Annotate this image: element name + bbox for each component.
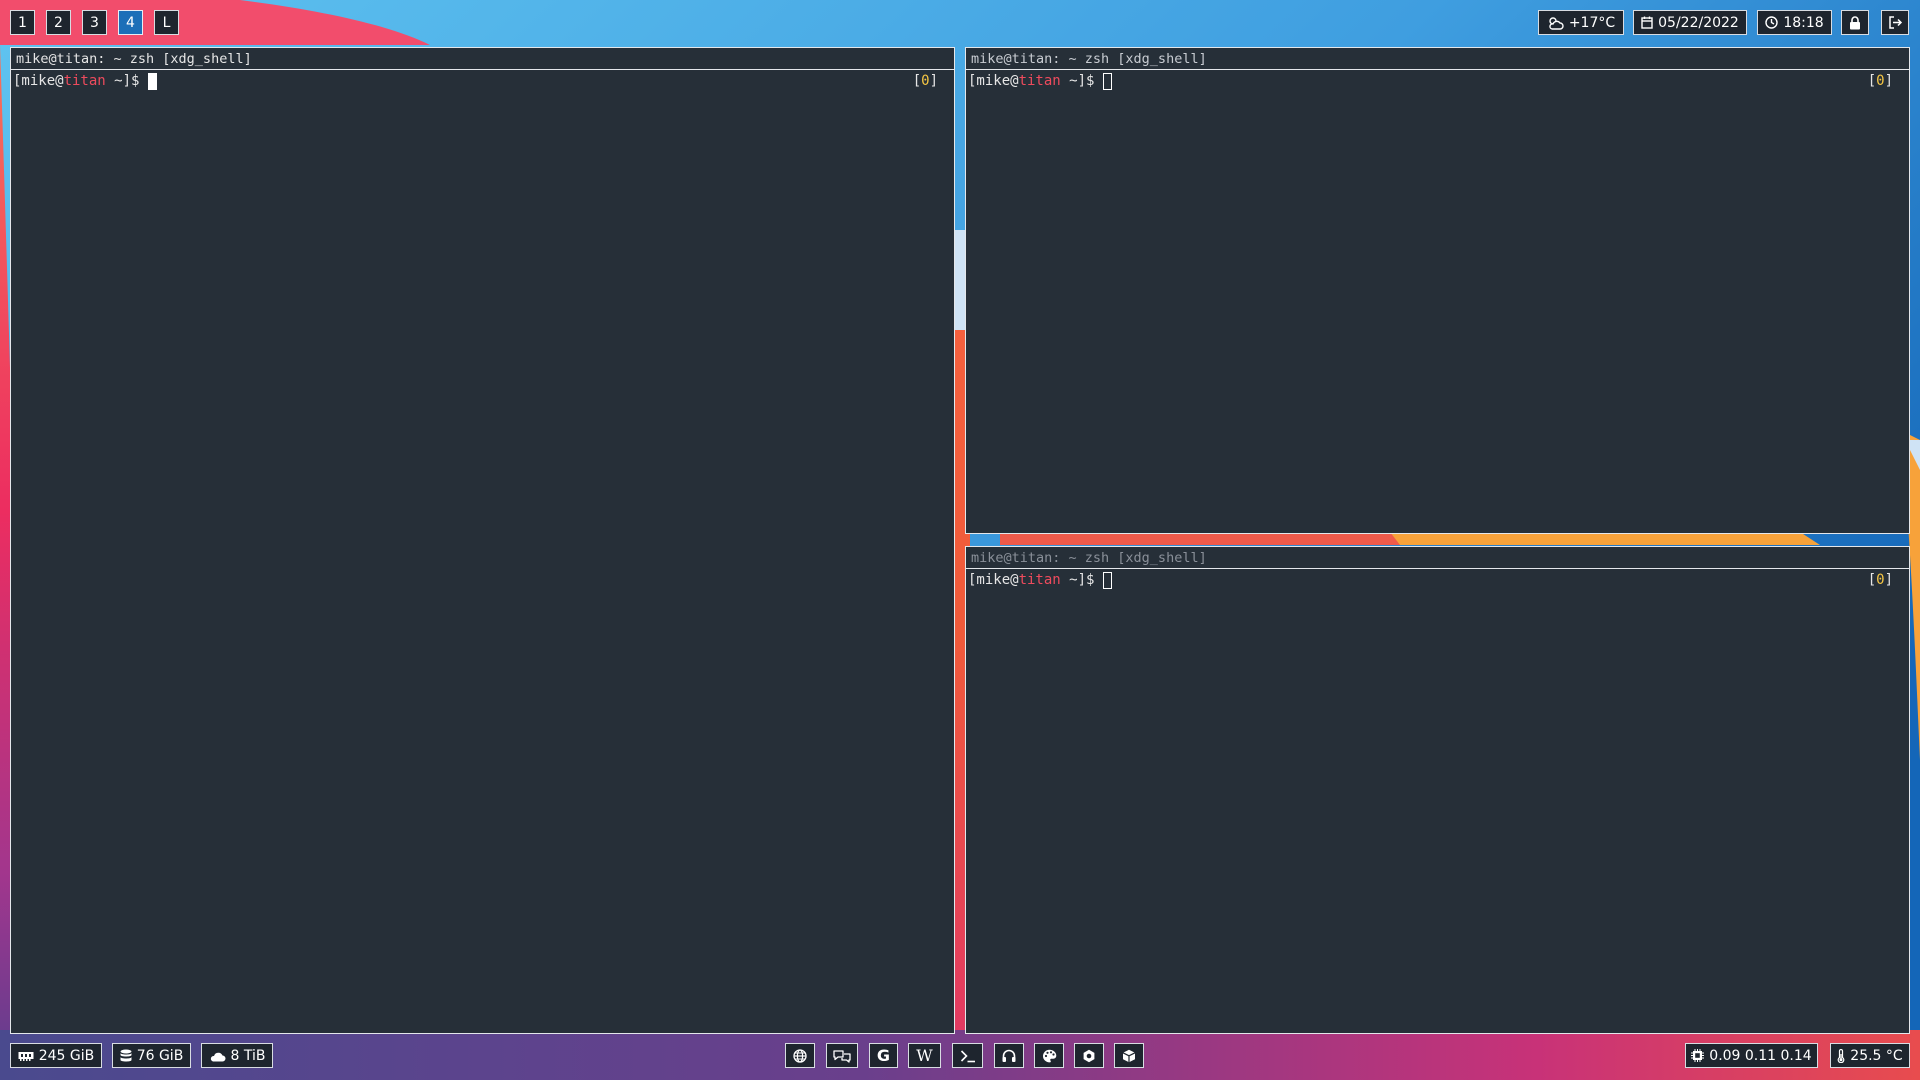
globe-icon bbox=[793, 1048, 807, 1063]
prompt-host: titan bbox=[1018, 572, 1061, 588]
clock-icon bbox=[1765, 16, 1779, 29]
jobs-indicator: [0] bbox=[1867, 572, 1893, 588]
terminal-body[interactable]: [mike@ titan ~]$ [0] bbox=[966, 70, 1909, 533]
package-launcher[interactable] bbox=[1114, 1043, 1144, 1068]
cloud-icon bbox=[210, 1052, 225, 1061]
prompt-path: ~]$ bbox=[1060, 73, 1095, 89]
memory-text: 245 GiB bbox=[38, 1047, 95, 1064]
jobs-count: 0 bbox=[1876, 572, 1885, 588]
weather-widget[interactable]: +17°C bbox=[1538, 10, 1624, 35]
chat-launcher[interactable] bbox=[826, 1043, 858, 1068]
jobs-count: 0 bbox=[1876, 73, 1885, 89]
wikipedia-launcher[interactable]: W bbox=[908, 1043, 941, 1068]
weather-text: +17°C bbox=[1568, 14, 1616, 31]
database-icon bbox=[120, 1049, 132, 1061]
cpu-load-widget[interactable]: 0.09 0.11 0.14 bbox=[1685, 1043, 1818, 1068]
google-icon: G bbox=[876, 1045, 891, 1065]
terminal-icon bbox=[960, 1049, 975, 1062]
terminal-window-left[interactable]: mike@titan: ~ zsh [xdg_shell] [mike@ tita… bbox=[10, 47, 955, 1034]
lock-icon bbox=[1850, 15, 1860, 29]
terminal-title: mike@titan: ~ zsh [xdg_shell] bbox=[11, 48, 954, 70]
cloud-text: 8 TiB bbox=[230, 1047, 266, 1064]
prompt-host: titan bbox=[1018, 73, 1061, 89]
logout-icon bbox=[1888, 16, 1902, 29]
package-icon bbox=[1122, 1049, 1136, 1062]
workspace-2-label: 2 bbox=[54, 14, 63, 31]
terminal-body[interactable]: [mike@ titan ~]$ [0] bbox=[966, 569, 1909, 1033]
settings-launcher[interactable] bbox=[1074, 1043, 1104, 1068]
shell-prompt: [mike@ titan ~]$ bbox=[13, 71, 954, 91]
terminal-window-top-right[interactable]: mike@titan: ~ zsh [xdg_shell] [mike@ tita… bbox=[965, 47, 1910, 534]
disk-text: 76 GiB bbox=[136, 1047, 184, 1064]
workspace-1-label: 1 bbox=[18, 14, 27, 31]
shell-prompt: [mike@ titan ~]$ bbox=[968, 71, 1909, 91]
prompt-user: [mike@ bbox=[13, 73, 64, 89]
date-text: 05/22/2022 bbox=[1658, 14, 1739, 31]
prompt-user: [mike@ bbox=[968, 73, 1019, 89]
workspace-layout-button[interactable]: L bbox=[154, 10, 179, 35]
prompt-path: ~]$ bbox=[1060, 572, 1095, 588]
logout-button[interactable] bbox=[1881, 10, 1909, 35]
prompt-path: ~]$ bbox=[105, 73, 140, 89]
workspace-1-button[interactable]: 1 bbox=[10, 10, 35, 35]
terminal-body[interactable]: [mike@ titan ~]$ [0] bbox=[11, 70, 954, 1033]
wikipedia-icon: W bbox=[916, 1045, 933, 1065]
palette-icon bbox=[1042, 1049, 1056, 1062]
cpu-icon bbox=[1691, 1049, 1705, 1062]
jobs-count: 0 bbox=[921, 73, 930, 89]
shell-prompt: [mike@ titan ~]$ bbox=[968, 570, 1909, 590]
temperature-text: 25.5 °C bbox=[1850, 1047, 1903, 1064]
cloud-sun-icon bbox=[1549, 16, 1564, 30]
prompt-host: titan bbox=[63, 73, 106, 89]
music-launcher[interactable] bbox=[994, 1043, 1024, 1068]
thermometer-icon bbox=[1837, 1048, 1845, 1063]
theme-launcher[interactable] bbox=[1034, 1043, 1064, 1068]
workspace-3-button[interactable]: 3 bbox=[82, 10, 107, 35]
settings-icon bbox=[1083, 1049, 1095, 1062]
time-text: 18:18 bbox=[1783, 14, 1824, 31]
cloud-storage-widget[interactable]: 8 TiB bbox=[201, 1043, 273, 1068]
workspace-3-label: 3 bbox=[90, 14, 99, 31]
browser-launcher[interactable] bbox=[785, 1043, 815, 1068]
date-widget[interactable]: 05/22/2022 bbox=[1633, 10, 1747, 35]
cpu-load-text: 0.09 0.11 0.14 bbox=[1709, 1047, 1812, 1064]
memory-widget[interactable]: 245 GiB bbox=[10, 1043, 102, 1068]
workspace-4-label: 4 bbox=[126, 14, 135, 31]
disk-widget[interactable]: 76 GiB bbox=[112, 1043, 191, 1068]
google-launcher[interactable]: G bbox=[869, 1043, 898, 1068]
prompt-user: [mike@ bbox=[968, 572, 1019, 588]
workspace-2-button[interactable]: 2 bbox=[46, 10, 71, 35]
text-cursor bbox=[148, 72, 158, 90]
chat-icon bbox=[833, 1049, 851, 1063]
calendar-icon bbox=[1641, 16, 1653, 29]
headphones-icon bbox=[1002, 1049, 1016, 1062]
memory-icon bbox=[18, 1051, 34, 1061]
workspace-layout-label: L bbox=[162, 14, 171, 31]
lock-button[interactable] bbox=[1841, 10, 1869, 35]
clock-widget[interactable]: 18:18 bbox=[1757, 10, 1832, 35]
workspace-4-button[interactable]: 4 bbox=[118, 10, 143, 35]
terminal-launcher[interactable] bbox=[952, 1043, 983, 1068]
terminal-title: mike@titan: ~ zsh [xdg_shell] bbox=[966, 547, 1909, 569]
jobs-indicator: [0] bbox=[1867, 73, 1893, 89]
text-cursor bbox=[1103, 571, 1113, 589]
text-cursor bbox=[1103, 72, 1113, 90]
temperature-widget[interactable]: 25.5 °C bbox=[1830, 1043, 1910, 1068]
terminal-title: mike@titan: ~ zsh [xdg_shell] bbox=[966, 48, 1909, 70]
jobs-indicator: [0] bbox=[912, 73, 938, 89]
terminal-window-bottom-right[interactable]: mike@titan: ~ zsh [xdg_shell] [mike@ tita… bbox=[965, 546, 1910, 1034]
